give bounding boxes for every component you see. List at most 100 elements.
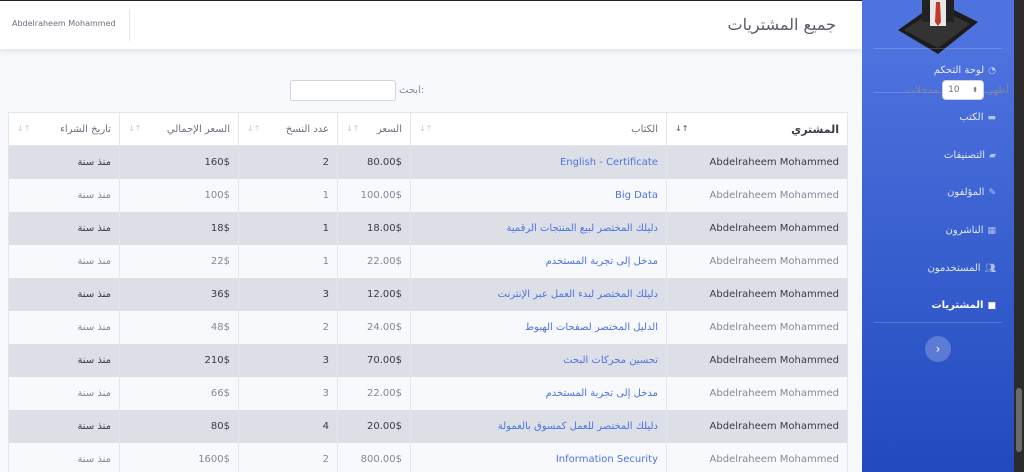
cell-buyer: Abdelraheem Mohammed xyxy=(666,442,848,472)
cell-buyer: Abdelraheem Mohammed xyxy=(666,145,848,179)
cell-book-link[interactable]: الدليل المختصر لصفحات الهبوط xyxy=(410,310,667,344)
cell-price: 80.00$ xyxy=(337,145,411,179)
cell-book-link[interactable]: English - Certificate xyxy=(410,145,667,179)
page-title: جميع المشتريات xyxy=(727,15,836,34)
chevron-right-icon: › xyxy=(935,342,941,356)
cell-book-link[interactable]: دليلك المختصر للعمل كمسوق بالعمولة xyxy=(410,409,667,443)
cell-buyer: Abdelraheem Mohammed xyxy=(666,244,848,278)
search-input[interactable] xyxy=(290,80,396,101)
cell-total: 18$ xyxy=(119,211,239,245)
scrollbar-thumb[interactable] xyxy=(1016,388,1022,452)
cell-price: 800.00$ xyxy=(337,442,411,472)
cell-total: 66$ xyxy=(119,376,239,410)
sidebar-item-label: المؤلفون xyxy=(947,187,985,198)
cell-total: 100$ xyxy=(119,178,239,212)
sidebar-divider xyxy=(874,48,1002,49)
sidebar-item-dashboard[interactable]: ◔ لوحة التحكم xyxy=(934,65,996,76)
table-row: Abdelraheem Mohammed الدليل المختصر لصفح… xyxy=(8,310,848,344)
cell-book-link[interactable]: دليلك المختصر لبيع المنتجات الرقمية xyxy=(410,211,667,245)
sidebar-item-label: التصنيفات xyxy=(944,150,986,161)
sidebar-item-label: المشتريات xyxy=(931,300,984,311)
sidebar-item-users[interactable]: 👥︎ المستخدمون xyxy=(927,263,996,274)
sort-icon: ↑↓ xyxy=(17,124,31,133)
cell-book-link[interactable]: تحسين محركات البحث xyxy=(410,343,667,377)
book-icon: ▬ xyxy=(987,112,996,123)
cell-book-link[interactable]: دليلك المختصر لبدء العمل عبر الإنترنت xyxy=(410,277,667,311)
cell-date: منذ سنة xyxy=(8,145,120,179)
sidebar-toggle-button[interactable]: › xyxy=(925,336,951,362)
cell-price: 12.00$ xyxy=(337,277,411,311)
topbar: Abdelraheem Mohammed جميع المشتريات xyxy=(0,1,862,49)
cell-buyer: Abdelraheem Mohammed xyxy=(666,277,848,311)
users-icon: 👥︎ xyxy=(984,263,996,274)
cell-copies: 4 xyxy=(238,409,338,443)
cell-buyer: Abdelraheem Mohammed xyxy=(666,178,848,212)
cell-total: 36$ xyxy=(119,277,239,311)
sidebar-item-categories[interactable]: ▰ التصنيفات xyxy=(944,150,996,161)
cell-date: منذ سنة xyxy=(8,376,120,410)
sort-asc-icon: ↑↓ xyxy=(675,124,689,133)
sidebar-item-label: الكتب xyxy=(959,112,984,123)
cell-price: 18.00$ xyxy=(337,211,411,245)
cell-date: منذ سنة xyxy=(8,343,120,377)
column-header-date[interactable]: تاريخ الشراء ↑↓ xyxy=(8,112,120,146)
cell-price: 70.00$ xyxy=(337,343,411,377)
cell-buyer: Abdelraheem Mohammed xyxy=(666,376,848,410)
column-header-total[interactable]: السعر الإجمالي ↑↓ xyxy=(119,112,239,146)
page-scrollbar[interactable] xyxy=(1014,0,1024,472)
cell-date: منذ سنة xyxy=(8,211,120,245)
cell-book-link[interactable]: Information Security xyxy=(410,442,667,472)
cell-copies: 3 xyxy=(238,376,338,410)
sidebar-item-purchases[interactable]: ■ المشتريات xyxy=(932,300,996,311)
sidebar-item-label: المستخدمون xyxy=(927,263,981,274)
table-row: Abdelraheem Mohammed دليلك المختصر للعمل… xyxy=(8,409,848,443)
cell-book-link[interactable]: مدخل إلى تجربة المستخدم xyxy=(410,244,667,278)
cell-date: منذ سنة xyxy=(8,178,120,212)
user-name[interactable]: Abdelraheem Mohammed xyxy=(12,19,116,28)
cell-copies: 1 xyxy=(238,211,338,245)
cell-total: 160$ xyxy=(119,145,239,179)
table-row: Abdelraheem Mohammed تحسين محركات البحث … xyxy=(8,343,848,377)
cell-copies: 2 xyxy=(238,145,338,179)
cell-price: 22.00$ xyxy=(337,376,411,410)
cell-total: 22$ xyxy=(119,244,239,278)
cell-buyer: Abdelraheem Mohammed xyxy=(666,211,848,245)
cell-copies: 3 xyxy=(238,343,338,377)
table-row: Abdelraheem Mohammed English - Certifica… xyxy=(8,145,848,179)
cell-price: 20.00$ xyxy=(337,409,411,443)
sort-icon: ↑↓ xyxy=(346,124,360,133)
entries-length-control: أظهر 10 ⬍ مدخلات xyxy=(906,80,1009,100)
cell-copies: 1 xyxy=(238,178,338,212)
purchases-table: المشتري ↑↓ الكتاب ↑↓ السعر ↑↓ عدد النسخ ↑↓ ا… xyxy=(8,112,848,472)
cell-buyer: Abdelraheem Mohammed xyxy=(666,310,848,344)
entries-label: مدخلات xyxy=(905,84,939,96)
sort-icon: ↑↓ xyxy=(128,124,142,133)
cell-total: 1600$ xyxy=(119,442,239,472)
column-header-buyer[interactable]: المشتري ↑↓ xyxy=(666,112,848,146)
cell-copies: 1 xyxy=(238,244,338,278)
folder-icon: ▰ xyxy=(989,150,996,161)
column-header-copies[interactable]: عدد النسخ ↑↓ xyxy=(238,112,338,146)
column-header-book[interactable]: الكتاب ↑↓ xyxy=(410,112,667,146)
table-row: Abdelraheem Mohammed دليلك المختصر لبيع … xyxy=(8,211,848,245)
topbar-divider xyxy=(129,9,130,41)
cell-book-link[interactable]: مدخل إلى تجربة المستخدم xyxy=(410,376,667,410)
cell-book-link[interactable]: Big Data xyxy=(410,178,667,212)
sidebar-item-books[interactable]: ▬ الكتب xyxy=(959,112,996,123)
cell-price: 100.00$ xyxy=(337,178,411,212)
table-row: Abdelraheem Mohammed Information Securit… xyxy=(8,442,848,472)
sidebar-item-authors[interactable]: ✎ المؤلفون xyxy=(947,187,996,198)
cell-date: منذ سنة xyxy=(8,277,120,311)
cell-buyer: Abdelraheem Mohammed xyxy=(666,343,848,377)
sidebar-divider xyxy=(874,322,1002,323)
brand-logo[interactable] xyxy=(898,0,978,54)
table-search-control: ابحث: xyxy=(290,80,424,101)
cell-date: منذ سنة xyxy=(8,409,120,443)
sidebar-item-publishers[interactable]: ▦ الناشرون xyxy=(946,225,996,236)
cell-total: 80$ xyxy=(119,409,239,443)
cell-total: 48$ xyxy=(119,310,239,344)
table-header-row: المشتري ↑↓ الكتاب ↑↓ السعر ↑↓ عدد النسخ ↑↓ ا… xyxy=(8,112,848,146)
cell-copies: 2 xyxy=(238,442,338,472)
column-header-price[interactable]: السعر ↑↓ xyxy=(337,112,411,146)
entries-length-select[interactable]: 10 ⬍ xyxy=(942,80,985,100)
